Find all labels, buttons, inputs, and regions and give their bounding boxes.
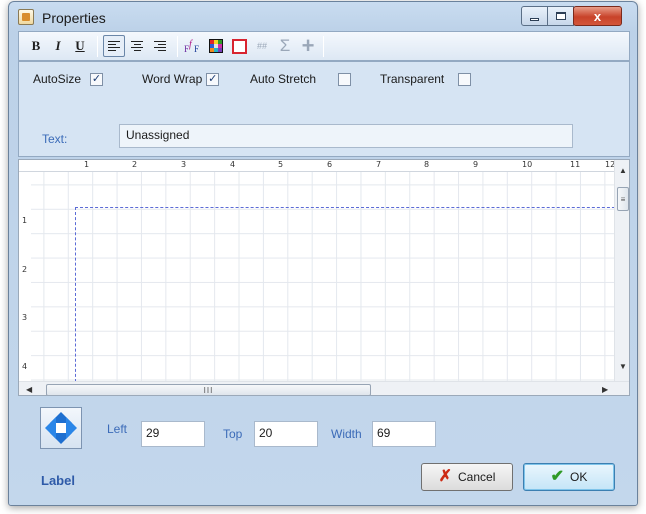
ruler-tick: 6 — [327, 160, 333, 169]
align-left-icon — [108, 41, 120, 51]
maximize-button[interactable] — [547, 6, 574, 26]
horizontal-scroll-thumb[interactable]: III — [46, 384, 371, 395]
properties-panel: AutoSize ✓ Word Wrap ✓ Auto Stretch Tran… — [18, 61, 630, 157]
auto-stretch-option: Auto Stretch — [250, 72, 352, 86]
ruler-tick: 5 — [278, 160, 284, 169]
format-toolbar: B I U F f F ## Σ + — [18, 31, 630, 61]
plus-icon: + — [301, 33, 315, 58]
ruler-tick: 8 — [424, 160, 430, 169]
word-wrap-label: Word Wrap — [142, 72, 203, 86]
italic-button[interactable]: I — [47, 35, 69, 57]
cancel-button[interactable]: ✗ Cancel — [421, 463, 513, 491]
underline-button[interactable]: U — [69, 35, 91, 57]
left-input[interactable]: 29 — [141, 421, 205, 447]
toolbar-separator — [97, 36, 98, 57]
ok-button[interactable]: ✔ OK — [523, 463, 615, 491]
scroll-left-icon[interactable]: ◀ — [26, 385, 32, 394]
ruler-tick: 7 — [376, 160, 382, 169]
color-grid-icon — [209, 39, 223, 53]
underline-icon: U — [75, 38, 85, 53]
cancel-x-icon: ✗ — [438, 468, 453, 485]
properties-window: Properties x B I U F f F ## Σ + AutoSize… — [8, 1, 638, 506]
frame-button[interactable] — [228, 35, 250, 57]
title-bar[interactable]: Properties x — [9, 2, 637, 32]
toolbar-separator — [323, 36, 324, 57]
align-center-button[interactable] — [126, 35, 148, 57]
highlight-icon: ## — [256, 41, 267, 51]
width-label: Width — [331, 427, 362, 441]
word-wrap-checkbox[interactable]: ✓ — [206, 72, 220, 86]
font-button[interactable]: F f F — [182, 35, 204, 57]
scroll-up-icon[interactable]: ▲ — [619, 166, 627, 175]
ruler-tick: 2 — [132, 160, 138, 169]
maximize-icon — [555, 12, 566, 20]
move-arrows-icon[interactable] — [40, 407, 82, 449]
top-label: Top — [223, 427, 243, 441]
ruler-tick: 4 — [230, 160, 236, 169]
ruler-tick: 1 — [84, 160, 90, 169]
toolbar-separator — [177, 36, 178, 57]
highlight-button[interactable]: ## — [251, 35, 273, 57]
ruler-tick: 3 — [22, 313, 28, 322]
align-center-icon — [131, 41, 143, 51]
ok-label: OK — [570, 470, 588, 484]
italic-icon: I — [55, 38, 61, 53]
width-input[interactable]: 69 — [372, 421, 436, 447]
align-right-button[interactable] — [149, 35, 171, 57]
vertical-scrollbar[interactable]: ▲ ≡ ▼ — [614, 160, 629, 381]
ok-check-icon: ✔ — [550, 468, 565, 485]
text-field[interactable]: Unassigned — [119, 124, 573, 148]
word-wrap-option: Word Wrap ✓ — [142, 72, 220, 86]
bold-icon: B — [31, 38, 41, 53]
svg-text:F: F — [194, 44, 199, 54]
autosize-label: AutoSize — [33, 72, 82, 86]
horizontal-scrollbar[interactable]: ◀ III ▶ — [19, 381, 629, 395]
scroll-grip: III — [203, 385, 214, 395]
transparent-option: Transparent — [380, 72, 472, 86]
bold-button[interactable]: B — [25, 35, 47, 57]
scroll-down-icon[interactable]: ▼ — [619, 362, 627, 371]
sum-icon: Σ — [279, 36, 291, 55]
ruler-tick: 2 — [22, 265, 28, 274]
designer-area: 1 2 3 4 5 6 7 8 9 10 11 12 1 2 3 4 ▲ ≡ ▼… — [18, 159, 630, 396]
close-button[interactable]: x — [573, 6, 622, 26]
autosize-checkbox[interactable]: ✓ — [90, 72, 104, 86]
frame-icon — [231, 38, 247, 54]
top-input[interactable]: 20 — [254, 421, 318, 447]
font-icon: F f F — [184, 39, 199, 54]
ruler-tick: 9 — [473, 160, 479, 169]
cancel-label: Cancel — [458, 470, 496, 484]
svg-text:f: f — [189, 39, 193, 50]
app-icon — [18, 9, 34, 25]
close-icon: x — [593, 8, 602, 24]
object-type-label: Label — [41, 473, 75, 488]
left-label: Left — [107, 422, 128, 436]
vertical-ruler: 1 2 3 4 — [19, 172, 31, 381]
ruler-tick: 3 — [181, 160, 187, 169]
ruler-tick: 4 — [22, 362, 28, 371]
text-label: Text: — [42, 132, 68, 146]
vertical-scroll-thumb[interactable]: ≡ — [617, 187, 629, 211]
sum-button[interactable]: Σ — [274, 35, 296, 57]
ruler-tick: 1 — [22, 216, 28, 225]
minimize-icon — [530, 17, 539, 21]
transparent-checkbox[interactable] — [458, 72, 472, 86]
insert-button[interactable]: + — [297, 33, 319, 58]
align-right-icon — [154, 41, 166, 51]
minimize-button[interactable] — [521, 6, 548, 26]
ruler-tick: 11 — [570, 160, 581, 169]
window-title: Properties — [42, 10, 106, 26]
ruler-tick: 10 — [522, 160, 533, 169]
auto-stretch-label: Auto Stretch — [250, 72, 317, 86]
auto-stretch-checkbox[interactable] — [338, 72, 352, 86]
transparent-label: Transparent — [380, 72, 445, 86]
color-button[interactable] — [205, 35, 227, 57]
align-left-button[interactable] — [103, 35, 125, 57]
scroll-right-icon[interactable]: ▶ — [602, 385, 608, 394]
horizontal-ruler: 1 2 3 4 5 6 7 8 9 10 11 12 — [19, 160, 615, 172]
label-object-outline[interactable] — [75, 207, 629, 387]
autosize-option: AutoSize ✓ — [33, 72, 104, 86]
